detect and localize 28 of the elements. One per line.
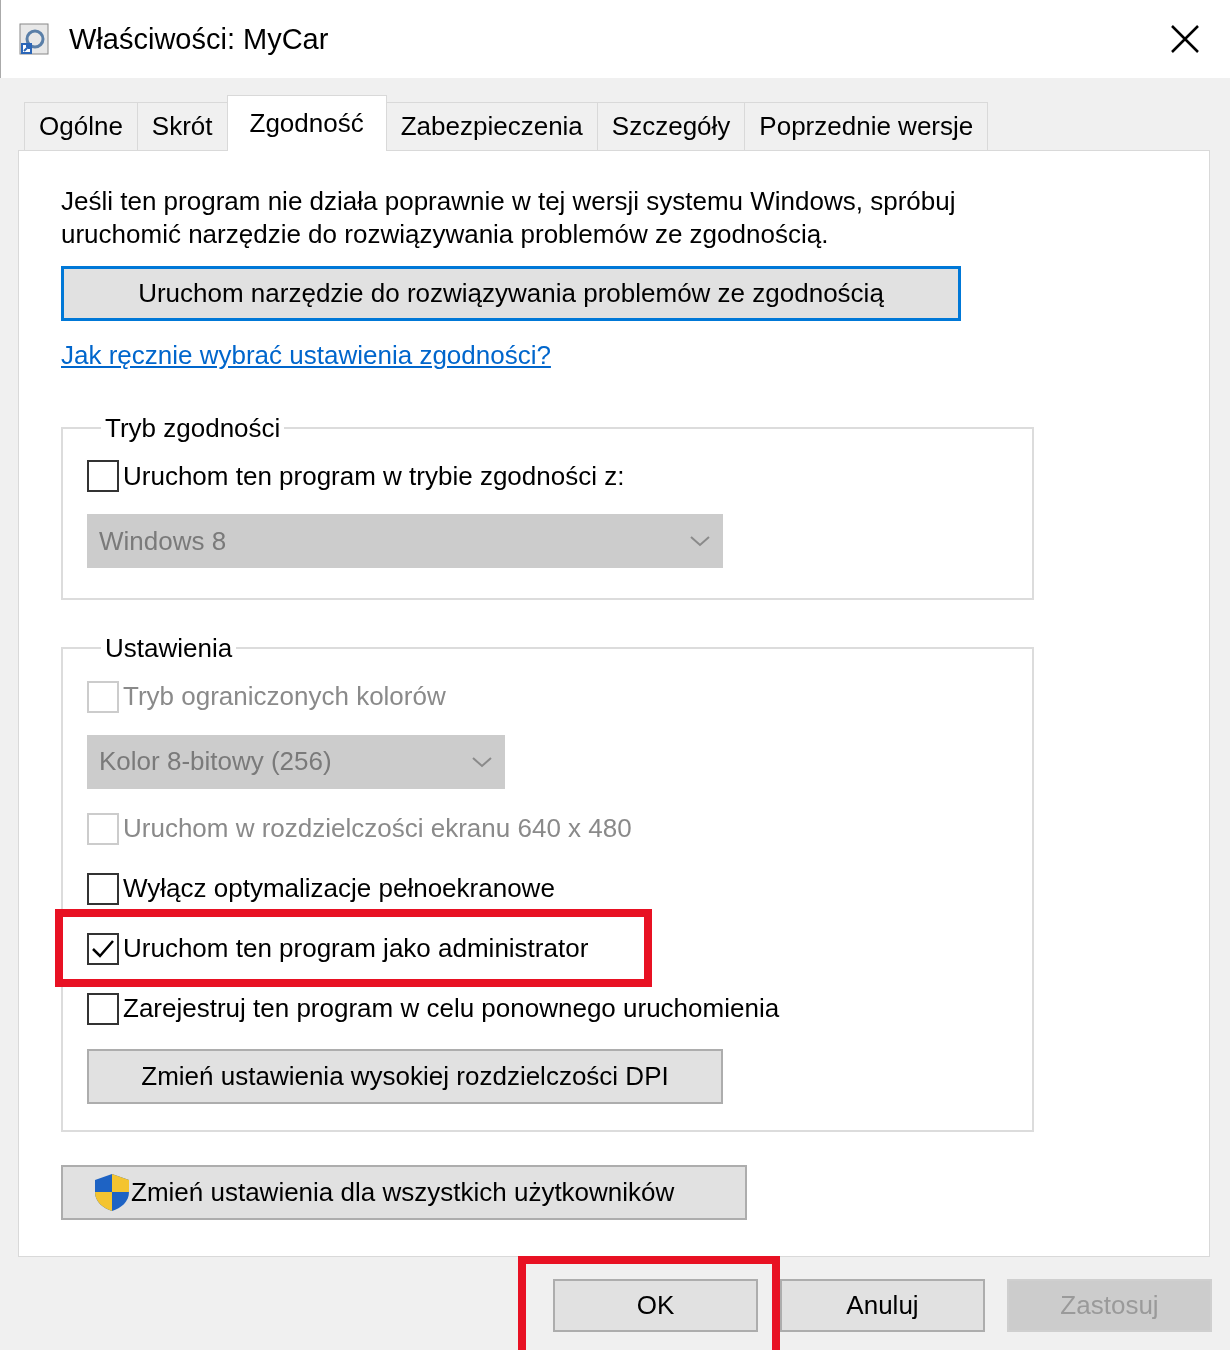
- checkbox[interactable]: [87, 992, 119, 1025]
- checkbox[interactable]: [87, 872, 119, 905]
- help-link[interactable]: Jak ręcznie wybrać ustawienia zgodności?: [61, 340, 551, 370]
- checkbox[interactable]: [87, 932, 119, 965]
- checkbox-label[interactable]: Uruchom ten program w trybie zgodności z:: [123, 459, 625, 493]
- troubleshooter-button[interactable]: Uruchom narzędzie do rozwiązywania problemów ze zgodnością: [61, 266, 961, 321]
- shield-icon: [93, 1172, 131, 1213]
- group-title: Tryb zgodności: [104, 413, 282, 443]
- dialog-button[interactable]: OK: [553, 1279, 758, 1332]
- dropdown: Windows 8: [87, 514, 723, 569]
- dpi-settings-button[interactable]: Zmień ustawienia wysokiej rozdzielczości DPI: [87, 1048, 723, 1104]
- tab[interactable]: Poprzednie wersje: [744, 102, 989, 150]
- group-title: Ustawienia: [104, 634, 234, 663]
- dialog-button[interactable]: Anuluj: [780, 1279, 985, 1332]
- close-icon[interactable]: [1170, 24, 1200, 54]
- checkmark-icon: [91, 938, 115, 959]
- chevron-icon: [689, 534, 711, 549]
- tab[interactable]: Zgodność: [226, 95, 387, 151]
- checkbox-label[interactable]: Uruchom ten program jako administrator: [123, 932, 589, 965]
- checkbox[interactable]: [87, 460, 119, 493]
- window-title: Właściwości: MyCar: [69, 21, 330, 57]
- checkbox-label[interactable]: Zarejestruj ten program w celu ponownego uruchomienia: [123, 992, 780, 1025]
- all-users-button[interactable]: Zmień ustawienia dla wszystkich użytkowników: [61, 1164, 747, 1220]
- checkbox-label[interactable]: Wyłącz optymalizacje pełnoekranowe: [123, 872, 555, 905]
- tab[interactable]: Ogólne: [24, 102, 138, 150]
- description-text: Jeśli ten program nie działa poprawnie w tej wersji systemu Windows, spróbuj uruchomić narzędzie do rozwiązywania problemów ze zgodnością.: [61, 185, 957, 250]
- chevron-icon: [471, 754, 493, 769]
- dropdown: Kolor 8-bitowy (256): [87, 734, 505, 789]
